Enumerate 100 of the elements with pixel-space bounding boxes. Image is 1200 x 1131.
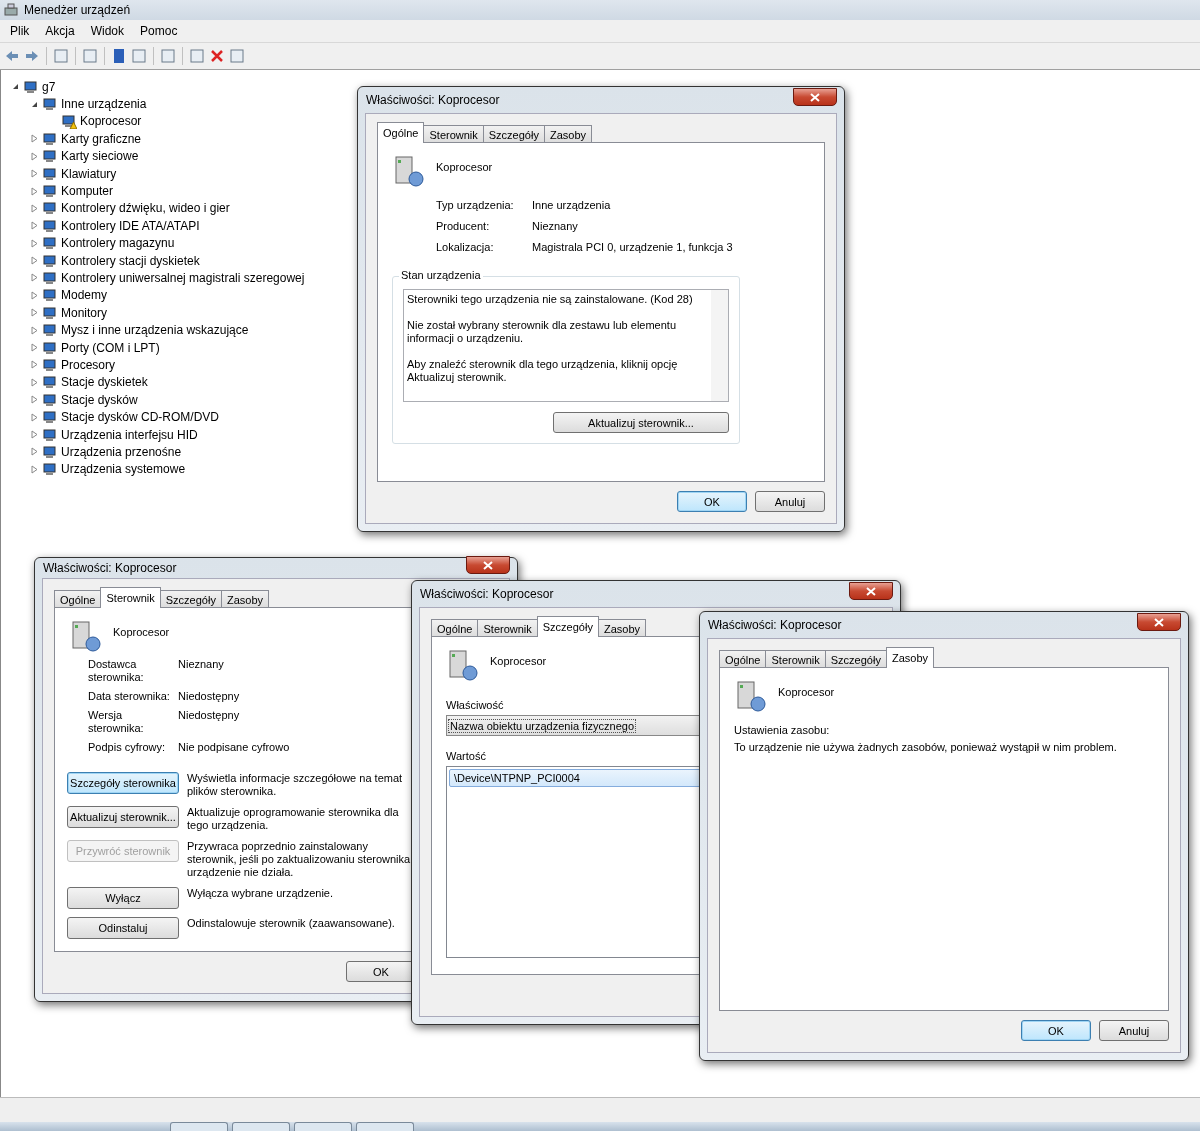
device-icon [42, 443, 58, 460]
tab[interactable]: Szczegóły [824, 650, 887, 668]
field-label: Właściwość [446, 699, 505, 711]
scrollbar[interactable] [711, 290, 728, 401]
property-label: Producent: [436, 220, 491, 233]
property-value: Nie podpisane cyfrowo [178, 741, 291, 754]
tab[interactable]: Zasoby [543, 125, 592, 143]
uninstall-icon[interactable] [209, 48, 225, 64]
device-icon [42, 287, 58, 304]
property-label: Wersja sterownika: [88, 709, 145, 735]
property-value: Magistrala PCI 0, urządzenie 1, funkcja 3 [532, 241, 734, 254]
tab[interactable]: Ogólne [377, 122, 425, 143]
dialog-button[interactable]: OK [1021, 1020, 1091, 1041]
tree-item[interactable]: Komputer [61, 184, 114, 199]
menu-item[interactable]: Pomoc [134, 22, 184, 40]
tree-item[interactable]: g7 [42, 79, 56, 94]
tab[interactable]: Zasoby [220, 590, 269, 608]
device-icon [42, 391, 58, 408]
tree-item[interactable]: Klawiatury [61, 166, 117, 181]
action-description: Przywraca poprzednio zainstalowany sterownik, jeśli po zaktualizowaniu sterownika urządzenie nie działa. [187, 840, 412, 879]
dialog-button[interactable]: Anuluj [755, 491, 825, 512]
tree-item[interactable]: Kontrolery uniwersalnej magistrali szeregowej [61, 271, 305, 285]
menu-item[interactable]: Plik [4, 22, 36, 40]
property-label: Data sterownika: [88, 690, 171, 703]
device-name: Koprocesor [778, 686, 835, 698]
device-icon [42, 461, 58, 478]
tab[interactable]: Szczegóły [482, 125, 545, 143]
tab[interactable]: Zasoby [885, 647, 934, 668]
device-manager-icon [4, 3, 18, 17]
action-description: Aktualizuje oprogramowanie sterownika dla tego urządzenia. [187, 806, 400, 832]
dialog-button[interactable]: OK [677, 491, 747, 512]
tab[interactable]: Szczegóły [159, 590, 222, 608]
dialog-button[interactable]: Anuluj [1099, 1020, 1169, 1041]
device-name: Koprocesor [436, 161, 493, 173]
close-button[interactable] [1137, 613, 1181, 631]
device-icon [42, 356, 58, 373]
property-value: Niedostępny [178, 690, 241, 703]
tab[interactable]: Szczegóły [536, 616, 599, 637]
property-value: Nieznany [178, 658, 225, 672]
tree-item[interactable]: Inne urządzenia [61, 97, 147, 112]
property-label: Dostawca sterownika: [88, 658, 145, 684]
property-label: Lokalizacja: [436, 241, 495, 254]
tree-item[interactable]: Urządzenia przenośne [61, 444, 182, 459]
window-title: Menedżer urządzeń [24, 3, 131, 17]
status-text-area[interactable] [403, 289, 729, 402]
close-button[interactable] [793, 88, 837, 106]
help-icon[interactable] [111, 48, 127, 64]
field-label: Ustawienia zasobu: [734, 724, 831, 737]
device-icon [42, 130, 58, 147]
tree-item[interactable]: Procesory [61, 357, 116, 372]
tree-item[interactable]: Kontrolery dźwięku, wideo i gier [61, 201, 230, 216]
unknown-device-icon [69, 620, 101, 652]
tree-item[interactable]: Modemy [61, 288, 107, 303]
tab[interactable]: Ogólne [54, 590, 102, 608]
status-text: Sterowniki tego urządzenia nie są zainstalowane. (Kod 28) [407, 293, 694, 306]
tree-item[interactable]: Porty (COM i LPT) [61, 340, 160, 355]
action-description: Wyłącza wybrane urządzenie. [187, 887, 335, 901]
tree-item[interactable]: Kontrolery magazynu [61, 236, 175, 251]
tab[interactable]: Sterownik [423, 125, 484, 143]
tab[interactable]: Sterownik [477, 619, 538, 637]
back-arrow-icon[interactable] [4, 48, 20, 64]
tree-item[interactable]: Koprocesor [80, 114, 142, 129]
dialog-title: Właściwości: Koprocesor [365, 93, 500, 107]
tree-item[interactable]: Stacje dyskietek [61, 375, 148, 390]
unknown-device-icon [734, 680, 766, 712]
update-driver-button[interactable]: Aktualizuj sterownik... [553, 412, 729, 433]
tree-item[interactable]: Urządzenia systemowe [61, 462, 186, 477]
tree-item[interactable]: Kontrolery stacji dyskietek [61, 253, 200, 268]
forward-arrow-icon[interactable] [24, 48, 40, 64]
driver-action-button[interactable]: Szczegóły sterownika [67, 772, 179, 794]
driver-action-button[interactable]: Aktualizuj sterownik... [67, 806, 179, 828]
tree-item[interactable]: Kontrolery IDE ATA/ATAPI [61, 218, 200, 233]
unknown-device-icon [446, 649, 478, 681]
tree-item[interactable]: Mysz i inne urządzenia wskazujące [61, 323, 249, 338]
tab[interactable]: Zasoby [597, 619, 646, 637]
property-value: Nieznany [532, 220, 579, 233]
tab[interactable]: Ogólne [719, 650, 767, 668]
menu-item[interactable]: Widok [84, 22, 131, 40]
close-button[interactable] [849, 582, 893, 600]
device-icon [42, 148, 58, 165]
driver-action-button[interactable]: Wyłącz [67, 887, 179, 909]
close-button[interactable] [466, 556, 510, 574]
tree-item[interactable]: Urządzenia interfejsu HID [61, 427, 198, 442]
device-icon [42, 96, 58, 113]
driver-action-button[interactable]: Odinstaluj [67, 917, 179, 939]
tree-item[interactable]: Karty graficzne [61, 131, 142, 146]
device-icon [42, 165, 58, 182]
tree-item[interactable]: Karty sieciowe [61, 149, 139, 164]
expand-arrow-icon[interactable] [11, 82, 20, 92]
device-name: Koprocesor [113, 626, 170, 638]
property-label: Typ urządzenia: [436, 199, 515, 212]
tree-item[interactable]: Stacje dysków CD-ROM/DVD [61, 410, 220, 425]
tab[interactable]: Sterownik [765, 650, 826, 668]
dialog-title: Właściwości: Koprocesor [419, 587, 554, 601]
close-icon [483, 560, 493, 570]
menu-item[interactable]: Akcja [39, 22, 81, 40]
tab[interactable]: Ogólne [431, 619, 479, 637]
tree-item[interactable]: Stacje dysków [61, 392, 138, 407]
tree-item[interactable]: Monitory [61, 305, 107, 320]
tab[interactable]: Sterownik [100, 587, 161, 608]
